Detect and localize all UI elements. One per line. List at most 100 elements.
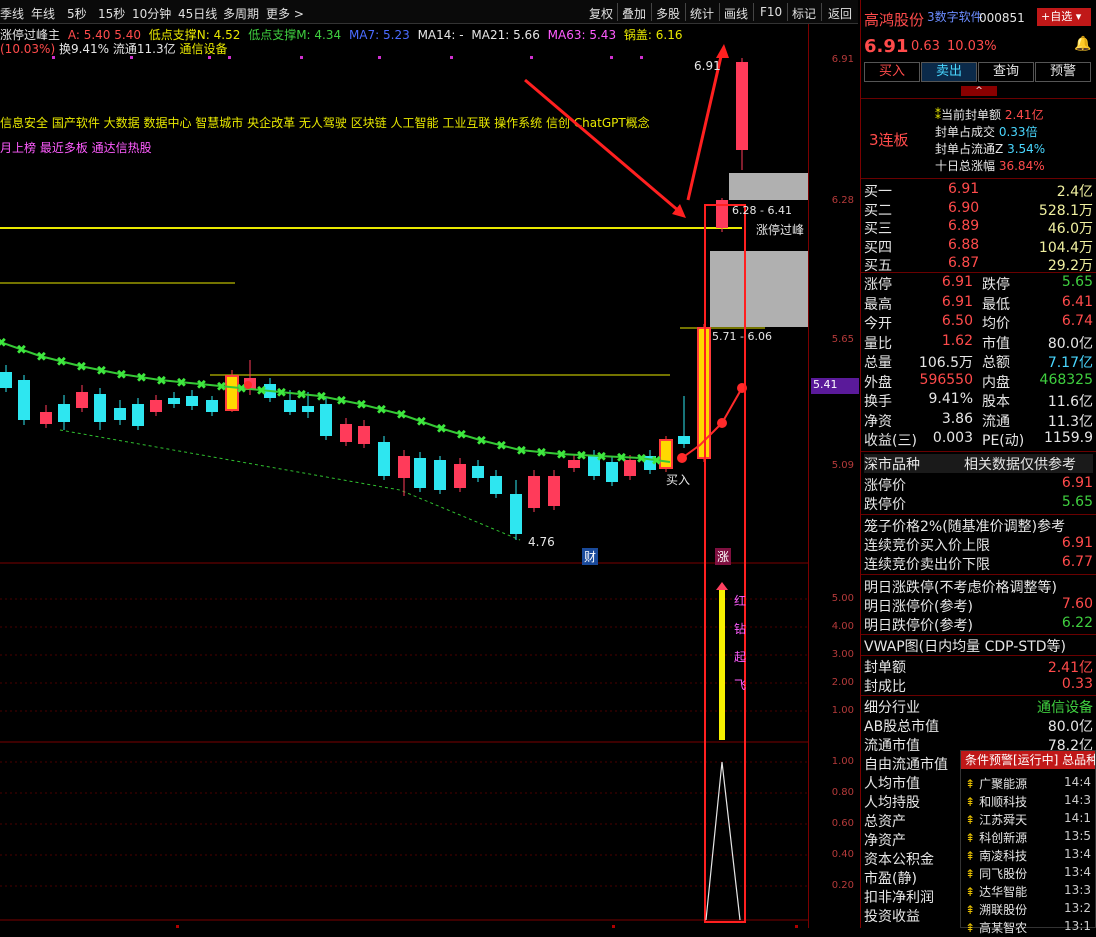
- candle[interactable]: [320, 404, 332, 436]
- alert-list-item[interactable]: ⇞ 达华智能 13:3: [965, 883, 1093, 901]
- candle[interactable]: [150, 400, 162, 412]
- stat-row: 净资 3.86 流通 11.3亿: [864, 410, 1093, 430]
- alert-list-item[interactable]: ⇞ 同飞股份 13:4: [965, 865, 1093, 883]
- alert-list-item[interactable]: ⇞ 科创新源 13:5: [965, 829, 1093, 847]
- buy-button[interactable]: 买入: [864, 62, 920, 82]
- ma-cross-marker: ✖: [636, 452, 647, 467]
- price-axis: 6.91 6.28 5.65 5.09 5.00 4.00 3.00 2.00 …: [808, 24, 859, 928]
- btn-back[interactable]: 返回: [828, 5, 852, 22]
- alert-list-item[interactable]: ⇞ 江苏舜天 14:1: [965, 811, 1093, 829]
- label-buy: 买入: [666, 473, 691, 487]
- label-cai: 财: [582, 548, 599, 565]
- orderbook-row[interactable]: 买三 6.89 46.0万: [864, 218, 1093, 237]
- orderbook-row[interactable]: 买二 6.90 528.1万: [864, 200, 1093, 219]
- candle[interactable]: [206, 400, 218, 412]
- fundamental-row: 细分行业 通信设备: [864, 700, 1093, 716]
- bell-icon[interactable]: 🔔: [1074, 36, 1091, 52]
- ma-cross-marker: ✖: [576, 449, 587, 464]
- condition-alert-title[interactable]: 条件预警[运行中] 总品种: [961, 751, 1095, 769]
- btn-mark[interactable]: 标记: [792, 5, 816, 22]
- ytick: 0.80: [831, 787, 854, 798]
- btn-stats[interactable]: 统计: [690, 5, 714, 22]
- candle[interactable]: [40, 412, 52, 424]
- ma-cross-marker: ✖: [536, 446, 547, 461]
- condition-alert-panel[interactable]: 条件预警[运行中] 总品种 ⇞ 广聚能源 14:4 ⇞ 和顺科技 14:3 ⇞ 江苏舜天 14:…: [960, 750, 1096, 935]
- orderbook-row[interactable]: 买一 6.91 2.4亿: [864, 181, 1093, 200]
- candle[interactable]: [398, 456, 410, 478]
- candle[interactable]: [678, 436, 690, 444]
- stat-row: 换手 9.41% 股本 11.6亿: [864, 391, 1093, 410]
- alert-button[interactable]: 预警: [1035, 62, 1091, 82]
- period-45day[interactable]: 45日线: [178, 5, 217, 22]
- ytick: 4.00: [831, 621, 854, 632]
- add-watchlist-button[interactable]: +自选 ▾: [1037, 8, 1091, 26]
- alert-list-item[interactable]: ⇞ 高某智农 13:1: [965, 919, 1093, 937]
- ma-cross-marker: ✖: [136, 371, 147, 386]
- query-button[interactable]: 查询: [978, 62, 1034, 82]
- period-10min[interactable]: 10分钟: [132, 5, 171, 22]
- vwap-title[interactable]: VWAP图(日内均量 CDP-STD等): [864, 636, 1093, 655]
- candle[interactable]: [454, 464, 466, 488]
- candle[interactable]: [76, 392, 88, 408]
- kline-chart[interactable]: ✖ ✖ ✖ ✖ ✖ ✖ ✖ ✖ ✖ ✖ ✖ ✖ ✖ ✖ ✖ ✖ ✖ ✖ ✖ ✖ ✖ ✖ ✖ ✖ ✖ ✖ ✖ ✖ ✖ ✖ ✖ ✖ ✖ ✖: [0, 24, 858, 928]
- candle[interactable]: [490, 476, 502, 494]
- candle[interactable]: [736, 62, 748, 150]
- btn-f10[interactable]: F10: [760, 5, 782, 19]
- multi-period[interactable]: 多周期: [223, 5, 259, 22]
- ma-cross-marker: ✖: [416, 415, 427, 430]
- more-menu[interactable]: 更多 >: [266, 5, 304, 22]
- btn-fuquan[interactable]: 复权: [589, 5, 613, 22]
- alert-list-item[interactable]: ⇞ 和顺科技 14:3: [965, 793, 1093, 811]
- alert-list-item[interactable]: ⇞ 广聚能源 14:4: [965, 775, 1093, 793]
- candle[interactable]: [378, 442, 390, 476]
- up-arrow-icon: ⇞: [965, 921, 976, 935]
- ma-cross-marker: ✖: [396, 408, 407, 423]
- candle[interactable]: [284, 400, 296, 412]
- candle[interactable]: [528, 476, 540, 508]
- btn-multi-stock[interactable]: 多股: [656, 5, 680, 22]
- up-arrow-icon: ⇞: [965, 777, 976, 791]
- candle[interactable]: [186, 396, 198, 406]
- candle[interactable]: [548, 476, 560, 506]
- ma-cross-marker: ✖: [276, 386, 287, 401]
- candle[interactable]: [358, 426, 370, 444]
- candle[interactable]: [340, 424, 352, 442]
- ma-cross-marker: ✖: [376, 403, 387, 418]
- candle[interactable]: [302, 406, 314, 412]
- period-year[interactable]: 年线: [31, 5, 55, 22]
- candle[interactable]: [132, 404, 144, 426]
- candle[interactable]: [510, 494, 522, 534]
- ytick: 3.00: [831, 649, 854, 660]
- candle[interactable]: [434, 460, 446, 490]
- alert-list-item[interactable]: ⇞ 南凌科技 13:4: [965, 847, 1093, 865]
- seal-amount-row: 封单额 2.41亿: [864, 660, 1093, 676]
- up-arrow-icon: ⇞: [965, 831, 976, 845]
- ma-cross-marker: ✖: [296, 388, 307, 403]
- candle[interactable]: [94, 394, 106, 422]
- btn-draw-line[interactable]: 画线: [724, 5, 748, 22]
- sell-button[interactable]: 卖出: [921, 62, 977, 82]
- btn-overlay[interactable]: 叠加: [622, 5, 646, 22]
- candle[interactable]: [18, 380, 30, 420]
- ytick: 0.60: [831, 818, 854, 829]
- collapse-icon[interactable]: ^: [961, 86, 997, 96]
- candle[interactable]: [472, 466, 484, 478]
- candle[interactable]: [168, 398, 180, 404]
- orderbook-row[interactable]: 买四 6.88 104.4万: [864, 237, 1093, 256]
- ma-cross-marker: ✖: [176, 376, 187, 391]
- period-15s[interactable]: 15秒: [98, 5, 125, 22]
- candle[interactable]: [0, 372, 12, 388]
- period-season[interactable]: 季线: [0, 5, 24, 22]
- candle[interactable]: [414, 458, 426, 488]
- ma-cross-marker: ✖: [156, 374, 167, 389]
- alert-list-item[interactable]: ⇞ 溯联股份 13:2: [965, 901, 1093, 919]
- up-arrow-icon: ⇞: [965, 795, 976, 809]
- candle[interactable]: [58, 404, 70, 422]
- tomorrow-down-row: 明日跌停价(参考) 6.22: [864, 615, 1093, 634]
- ma-cross-marker: ✖: [456, 428, 467, 443]
- price-change: 0.63: [911, 39, 940, 54]
- period-5s[interactable]: 5秒: [67, 5, 87, 22]
- ma-cross-marker: ✖: [116, 368, 127, 383]
- candle[interactable]: [114, 408, 126, 420]
- stat-row: 量比 1.62 市值 80.0亿: [864, 332, 1093, 352]
